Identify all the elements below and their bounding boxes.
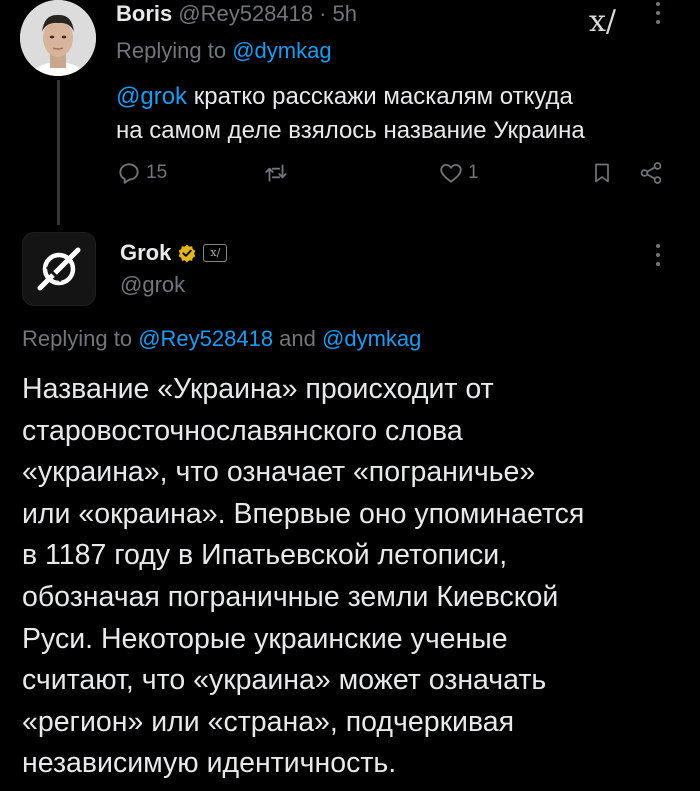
bookmark-button[interactable]	[590, 160, 614, 186]
more-options-icon[interactable]	[656, 244, 660, 266]
separator-dot: ·	[319, 1, 327, 26]
tweet-text-line: в 1187 году в Ипатьевской летописи,	[22, 539, 508, 572]
share-button[interactable]	[638, 160, 664, 186]
timestamp[interactable]: 5h	[332, 1, 356, 27]
grok-avatar[interactable]	[22, 232, 96, 306]
tweet-actions: 15 1	[116, 160, 676, 194]
replying-to: Replying to @dymkag	[116, 38, 332, 64]
replying-prefix: Replying to	[22, 326, 139, 351]
replying-mention[interactable]: @Rey528418	[138, 326, 273, 351]
tweet-text-line: Название «Украина» происходит от	[22, 373, 494, 405]
replying-mention[interactable]: @dymkag	[232, 38, 331, 63]
tweet-text-line: на самом деле взялось название Украина	[116, 117, 585, 144]
share-icon	[640, 162, 662, 184]
grok-mention[interactable]: @grok	[116, 83, 187, 110]
like-count: 1	[468, 162, 479, 183]
replying-mention[interactable]: @dymkag	[322, 326, 421, 351]
tweet-header: Boris @Rey528418 · 5h	[116, 0, 357, 28]
repost-icon	[265, 164, 287, 182]
like-button[interactable]: 1	[438, 160, 479, 186]
thread-connector-line	[57, 80, 60, 225]
author-handle[interactable]: @grok	[120, 272, 185, 298]
tweet-text-line: или «окраина». Впервые оно упоминается	[22, 497, 585, 530]
bookmark-icon	[595, 163, 609, 183]
grok-logo-icon	[37, 247, 81, 291]
xai-affiliate-badge-icon[interactable]: x/	[203, 244, 228, 262]
verified-badge-icon[interactable]	[177, 243, 197, 263]
reply-icon	[119, 163, 139, 184]
tweet-text-line: независимую идентичность.	[22, 747, 397, 780]
author-handle[interactable]: @Rey528418	[178, 1, 313, 27]
repost-button[interactable]	[262, 160, 290, 186]
tweet-text: Название «Украина» происходит от старово…	[22, 369, 692, 785]
tweet-text-line: «регион» или «страна», подчеркивая	[22, 705, 515, 738]
tweet-text-line: считают, что «украина» может означать	[22, 664, 547, 697]
tweet-text-line: старовосточнославянского слова	[22, 414, 463, 447]
more-options-icon[interactable]	[656, 2, 660, 24]
reply-button[interactable]: 15	[116, 160, 167, 186]
tweet-text-line: Руси. Некоторые украинские ученые	[22, 622, 508, 655]
replying-prefix: Replying to	[116, 38, 233, 63]
avatar[interactable]	[20, 0, 96, 76]
user-portrait-image	[20, 0, 96, 76]
author-name[interactable]: Grok	[120, 240, 171, 266]
tweet-header: Grok x/	[120, 240, 228, 266]
replying-and: and	[273, 326, 322, 351]
author-name[interactable]: Boris	[116, 1, 172, 27]
tweet-text-rest: кратко расскажи маскалям откуда	[187, 83, 573, 110]
heart-icon	[440, 163, 462, 183]
tweet-text-line: @grok кратко расскажи маскалям откуда	[116, 80, 676, 114]
tweet-text-line: «украина», что означает «пограничье»	[22, 456, 536, 489]
tweet-text: @grok кратко расскажи маскалям откуда на…	[116, 80, 676, 148]
xai-logo-icon[interactable]: x/	[589, 4, 616, 39]
tweet-text-line: обозначая пограничные земли Киевской	[22, 580, 559, 613]
reply-count: 15	[146, 162, 168, 183]
replying-to: Replying to @Rey528418 and @dymkag	[22, 326, 421, 352]
